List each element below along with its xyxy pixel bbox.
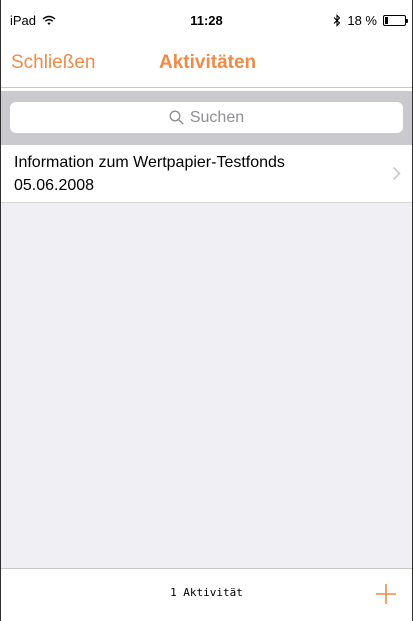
search-icon — [169, 110, 184, 125]
app-window: iPad 11:28 18 % Schließen Aktivitäten Su… — [0, 0, 413, 621]
add-activity-button[interactable] — [374, 582, 398, 606]
search-bar: Suchen — [1, 91, 412, 145]
status-right: 18 % — [333, 12, 408, 28]
activity-count: 1 Aktivität — [170, 586, 243, 599]
item-date: 05.06.2008 — [14, 177, 95, 194]
battery-percent: 18 % — [347, 12, 377, 28]
wifi-icon — [42, 15, 56, 26]
battery-level — [385, 16, 388, 24]
item-title: Information zum Wertpapier-Testfonds — [14, 154, 285, 171]
chevron-right-icon — [392, 166, 401, 181]
list-item[interactable]: Information zum Wertpapier-Testfonds 05.… — [1, 145, 412, 203]
status-left: iPad — [10, 13, 56, 28]
plus-icon — [374, 582, 398, 606]
bluetooth-icon — [333, 13, 341, 27]
search-placeholder: Suchen — [189, 108, 245, 126]
search-input[interactable]: Suchen — [10, 102, 403, 133]
device-label: iPad — [10, 12, 37, 28]
navigation-bar: Schließen Aktivitäten — [1, 40, 412, 88]
battery-icon — [383, 14, 408, 26]
bottom-toolbar: 1 Aktivität — [1, 568, 412, 621]
status-bar: iPad 11:28 18 % — [1, 0, 412, 40]
page-title: Aktivitäten — [159, 52, 257, 73]
close-button[interactable]: Schließen — [11, 52, 96, 74]
activity-list: Information zum Wertpapier-Testfonds 05.… — [1, 145, 412, 568]
